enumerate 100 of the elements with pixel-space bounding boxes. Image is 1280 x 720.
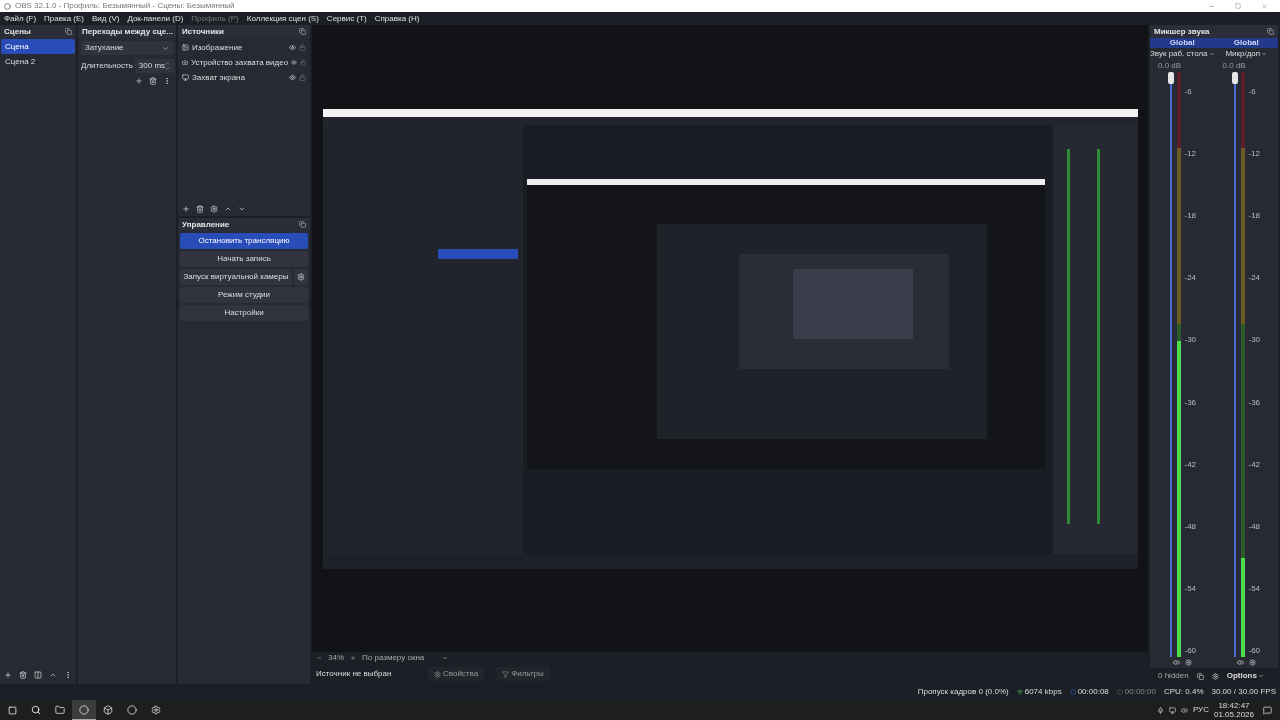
source-item[interactable]: Захват экрана xyxy=(178,70,310,85)
move-up-icon[interactable] xyxy=(49,671,57,679)
control-button[interactable]: Остановить трансляцию xyxy=(180,233,308,249)
visibility-icon[interactable] xyxy=(289,74,296,81)
menu-item[interactable]: Файл (F) xyxy=(4,12,37,25)
volume-reading: 0.0 dB xyxy=(1157,60,1182,72)
hidden-count: 0 hidden xyxy=(1158,670,1189,682)
status-text: CPU: 0.4% xyxy=(1163,686,1204,698)
channel-dropdown[interactable]: Микр/доп xyxy=(1225,48,1268,60)
notifications-icon[interactable] xyxy=(1263,705,1272,715)
delete-icon[interactable] xyxy=(149,77,157,85)
scene-item[interactable]: Сцена 2 xyxy=(1,54,75,69)
scale-label: -42 xyxy=(1184,460,1197,469)
scale-label: -48 xyxy=(1184,522,1197,531)
monitor-icon xyxy=(182,74,189,81)
channel-dropdown[interactable]: Звук раб. стола xyxy=(1150,48,1215,60)
scale-label: -12 xyxy=(1248,150,1261,159)
menu-item[interactable]: Сервис (T) xyxy=(326,12,367,25)
add-icon[interactable] xyxy=(182,205,190,213)
caret-icon xyxy=(1261,51,1268,57)
scale-label: -24 xyxy=(1248,274,1261,283)
undock-icon[interactable] xyxy=(299,28,306,35)
start-icon[interactable] xyxy=(7,705,17,715)
delete-icon[interactable] xyxy=(19,671,27,679)
scale-label: -18 xyxy=(1184,212,1197,221)
volume-fader[interactable] xyxy=(1168,72,1175,657)
volume-fader[interactable] xyxy=(1232,72,1239,657)
caret-icon xyxy=(162,44,169,52)
scale-label: -60 xyxy=(1248,647,1261,655)
cube-icon xyxy=(103,705,113,715)
filters-button[interactable]: Фильтры xyxy=(496,667,550,681)
options-button[interactable]: Options xyxy=(1226,670,1264,682)
microphone-icon[interactable] xyxy=(1156,706,1164,714)
volume-reading: 0.0 dB xyxy=(1221,60,1246,72)
add-icon[interactable] xyxy=(4,671,12,679)
status-text: 00:00:08 xyxy=(1077,686,1109,698)
scene-item[interactable]: Сцена xyxy=(1,39,75,54)
scale-label: -54 xyxy=(1248,584,1261,593)
settings-icon xyxy=(151,705,161,715)
caret-icon xyxy=(1208,51,1215,57)
channel-badge: Global xyxy=(1150,38,1215,48)
menu-item[interactable]: Док-панели (D) xyxy=(127,12,184,25)
clock[interactable]: 18:42:47 01.05.2026 xyxy=(1213,701,1254,719)
scale-label: -24 xyxy=(1184,274,1197,283)
scale-dropdown[interactable]: По размеру окна xyxy=(362,652,448,664)
caret-icon xyxy=(1257,673,1264,679)
channel-badge: Global xyxy=(1214,38,1278,48)
menu-item[interactable]: Справка (H) xyxy=(374,12,420,25)
settings-icon[interactable] xyxy=(1211,672,1219,680)
scale-label: -30 xyxy=(1184,336,1197,345)
menu-item[interactable]: Коллекция сцен (S) xyxy=(246,12,319,25)
image-icon xyxy=(182,44,189,51)
mute-icon[interactable] xyxy=(1236,659,1244,666)
control-button[interactable]: Начать запись xyxy=(180,251,308,267)
menu-item[interactable]: Вид (V) xyxy=(92,12,120,25)
camera-settings-button[interactable] xyxy=(294,269,308,285)
menu-item[interactable]: Правка (E) xyxy=(44,12,85,25)
status-text: Пропуск кадров 0 (0.0%) xyxy=(917,686,1009,698)
more-icon[interactable] xyxy=(163,77,171,85)
search-icon[interactable] xyxy=(31,705,41,715)
scale-label: -36 xyxy=(1184,398,1197,407)
properties-button[interactable]: Свойства xyxy=(428,667,485,681)
language-indicator[interactable]: РУС xyxy=(1192,704,1209,716)
undock-icon[interactable] xyxy=(1267,28,1274,35)
dock-title: Переходы между сце... xyxy=(82,25,173,38)
dock-title: Источники xyxy=(182,25,224,38)
transition-dropdown[interactable]: Затухание xyxy=(81,41,173,55)
undock-icon[interactable] xyxy=(299,221,306,228)
taskbar-app[interactable] xyxy=(72,700,96,720)
folder-icon xyxy=(55,705,65,715)
add-icon[interactable] xyxy=(135,77,143,85)
gear-icon xyxy=(434,670,441,678)
status-text: 6074 kbps xyxy=(1024,686,1062,698)
undock-icon[interactable] xyxy=(65,28,72,35)
record-icon xyxy=(127,705,137,715)
gear-icon xyxy=(297,273,305,281)
settings-icon[interactable] xyxy=(210,205,218,213)
speaker-icon[interactable] xyxy=(1180,706,1188,714)
more-icon[interactable] xyxy=(64,671,72,679)
control-button[interactable]: Режим студии xyxy=(180,287,308,303)
scale-label: -42 xyxy=(1248,460,1261,469)
window-title: OBS 32.1.0 - Профиль: Безымянный - Сцены: Безымянный xyxy=(15,0,235,12)
move-up-icon[interactable] xyxy=(224,205,232,213)
layout-icon[interactable] xyxy=(1196,672,1204,680)
delete-icon[interactable] xyxy=(196,205,204,213)
dock-title: Микшер звука xyxy=(1154,25,1210,38)
visibility-icon[interactable] xyxy=(289,44,296,51)
control-button[interactable]: Запуск виртуальной камеры xyxy=(180,269,292,285)
settings-icon[interactable] xyxy=(1248,659,1256,666)
mute-icon[interactable] xyxy=(1172,659,1180,666)
visibility-icon[interactable] xyxy=(291,59,298,66)
move-down-icon[interactable] xyxy=(238,205,246,213)
control-button[interactable]: Настройки xyxy=(180,305,308,321)
settings-icon[interactable] xyxy=(1184,659,1192,666)
record-icon xyxy=(1116,689,1123,695)
source-item[interactable]: Изображение xyxy=(178,40,310,55)
zoom-in-icon[interactable] xyxy=(350,655,356,661)
scale-label: -54 xyxy=(1184,584,1197,593)
camera-icon xyxy=(182,59,188,66)
source-item[interactable]: Устройство захвата видео xyxy=(178,55,310,70)
